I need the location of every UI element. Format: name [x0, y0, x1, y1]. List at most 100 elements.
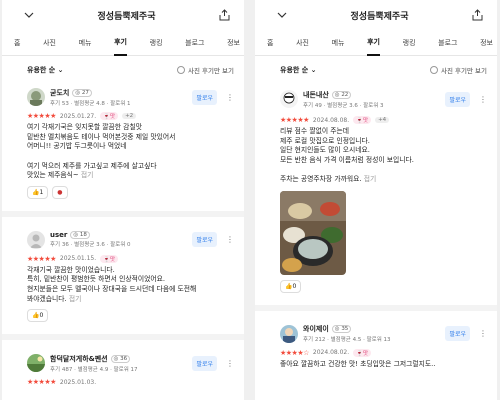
reviewer-stats: 후기 212 · 별점평균 4.5 · 팔로워 13 — [303, 337, 391, 344]
fold-link[interactable]: 접기 — [81, 171, 94, 179]
review-card: user ◎ 18 후기 36 · 별점평균 3.6 · 팔로워 0 팔로우 ⋮ … — [2, 227, 244, 323]
reviewer-name[interactable]: user — [50, 231, 67, 239]
review-date: 2025.01.27. — [59, 112, 97, 120]
filter-row: 유용한 순 ⌄ 사진 후기만 보기 — [255, 56, 497, 84]
reviewer-name[interactable]: 내돈내산 — [303, 90, 329, 100]
follow-button[interactable]: 팔로우 — [192, 355, 217, 371]
review-text: 각재기국 깔끔한 맛이었습니다. 특히, 밑반찬이 평범한듯 하면서 인상적이었… — [27, 265, 197, 303]
tab-menu[interactable]: 메뉴 — [79, 30, 92, 55]
review-photo[interactable] — [280, 190, 346, 275]
reviewer-name[interactable]: 함덕달저게하&펜션 — [50, 354, 108, 364]
top-bar: 정성듬뿍제주국 — [255, 0, 497, 30]
divider — [2, 210, 244, 217]
reviewer-stats: 후기 36 · 별점평균 3.6 · 팔로워 0 — [50, 242, 131, 249]
taste-tag: 🍷맛 — [353, 348, 372, 357]
review-date: 2025.01.15. — [59, 255, 97, 263]
photo-filter-toggle[interactable]: 사진 후기만 보기 — [430, 65, 487, 75]
review-card: 함덕달저게하&펜션 ◎ 36 후기 487 · 별점평균 4.9 · 팔로워 17… — [2, 350, 244, 386]
divider — [255, 304, 497, 311]
right-screen: 정성듬뿍제주국 홈 사진 메뉴 후기 랭킹 블로그 정보 유용한 순 ⌄ 사진 … — [255, 0, 497, 400]
tab-bar: 홈 사진 메뉴 후기 랭킹 블로그 정보 — [255, 30, 497, 56]
review-date: 2025.01.03. — [59, 378, 97, 386]
review-text: 좋아요 깔끔하고 건강한 맛! 초딩입맛은 그저그럴지도.. — [280, 359, 436, 368]
fold-link[interactable]: 접기 — [364, 175, 377, 183]
review-card: 와이제이 ◎ 35 후기 212 · 별점평균 4.5 · 팔로워 13 팔로우 … — [255, 321, 497, 370]
photo-filter-label: 사진 후기만 보기 — [188, 67, 234, 75]
review-text: 리뷰 점수 짤없이 주는데 제주 로컬 맛집으로 인정입니다. 일단 현지인들도… — [280, 127, 414, 184]
photo-filter-label: 사진 후기만 보기 — [441, 67, 487, 75]
tab-photos[interactable]: 사진 — [296, 30, 309, 55]
follow-button[interactable]: 팔로우 — [192, 89, 217, 105]
share-icon[interactable] — [219, 9, 230, 21]
like-button[interactable]: 👍0 — [27, 309, 49, 323]
review-date: 2024.08.02. — [312, 349, 350, 357]
avatar[interactable] — [27, 230, 45, 249]
tab-blog[interactable]: 블로그 — [438, 30, 457, 55]
left-screen: 정성듬뿍제주국 홈 사진 메뉴 후기 랭킹 블로그 정보 유용한 순 ⌄ 사진 … — [2, 0, 244, 400]
filter-row: 유용한 순 ⌄ 사진 후기만 보기 — [2, 56, 244, 84]
reviewer-stats: 후기 53 · 별점평균 4.8 · 팔로워 1 — [50, 100, 131, 107]
radio-icon — [177, 66, 185, 74]
sort-dropdown[interactable]: 유용한 순 ⌄ — [27, 65, 64, 75]
follow-button[interactable]: 팔로우 — [445, 326, 470, 342]
emoji-reaction-button[interactable]: ● — [52, 185, 68, 199]
more-tags-badge: +2 — [122, 113, 137, 119]
reviewer-name[interactable]: 굳도치 — [50, 88, 69, 98]
rating-stars: ★★★★★ — [280, 116, 309, 124]
page-title: 정성듬뿍제주국 — [97, 11, 156, 22]
review-card: 내돈내산 ◎ 22 후기 49 · 별점평균 3.6 · 팔로워 3 팔로우 ⋮ … — [255, 84, 497, 293]
avatar[interactable] — [280, 90, 298, 108]
page-title: 정성듬뿍제주국 — [350, 11, 409, 22]
reviewer-name[interactable]: 와이제이 — [303, 324, 329, 334]
chevron-down-icon[interactable] — [24, 10, 34, 20]
radio-icon — [430, 66, 438, 74]
share-icon[interactable] — [472, 9, 483, 21]
tab-home[interactable]: 홈 — [267, 30, 273, 55]
tab-menu[interactable]: 메뉴 — [332, 30, 345, 55]
taste-tag: 🍷맛 — [100, 112, 119, 120]
avatar[interactable] — [27, 354, 45, 373]
tab-photos[interactable]: 사진 — [43, 30, 56, 55]
review-card: 굳도치 ◎ 27 후기 53 · 별점평균 4.8 · 팔로워 1 팔로우 ⋮ ★… — [2, 84, 244, 199]
more-icon[interactable]: ⋮ — [479, 329, 487, 338]
review-date: 2024.08.08. — [312, 116, 350, 124]
tab-reviews[interactable]: 후기 — [114, 29, 127, 56]
tab-blog[interactable]: 블로그 — [185, 30, 204, 55]
chevron-down-icon[interactable] — [277, 10, 287, 20]
reviewer-stats: 후기 49 · 별점평균 3.6 · 팔로워 3 — [303, 102, 384, 109]
follow-button[interactable]: 팔로우 — [445, 91, 470, 107]
more-icon[interactable]: ⋮ — [226, 93, 234, 102]
like-button[interactable]: 👍0 — [280, 279, 302, 293]
photo-filter-toggle[interactable]: 사진 후기만 보기 — [177, 65, 234, 75]
tab-home[interactable]: 홈 — [14, 30, 20, 55]
avatar[interactable] — [27, 88, 45, 106]
tab-reviews[interactable]: 후기 — [367, 29, 380, 56]
divider — [2, 334, 244, 341]
rating-stars: ★★★★☆ — [280, 348, 309, 357]
tab-info[interactable]: 정보 — [227, 30, 240, 55]
taste-tag: 🍷맛 — [353, 116, 372, 124]
fold-link[interactable]: 접기 — [69, 295, 82, 303]
tab-info[interactable]: 정보 — [480, 30, 493, 55]
rating-stars: ★★★★★ — [27, 254, 56, 263]
tab-bar: 홈 사진 메뉴 후기 랭킹 블로그 정보 — [2, 30, 244, 56]
sort-dropdown[interactable]: 유용한 순 ⌄ — [280, 65, 317, 75]
level-badge: ◎ 36 — [110, 354, 131, 363]
more-icon[interactable]: ⋮ — [226, 359, 234, 368]
reviewer-stats: 후기 487 · 별점평균 4.9 · 팔로워 17 — [50, 366, 138, 373]
taste-tag: 🍷맛 — [100, 254, 119, 263]
more-icon[interactable]: ⋮ — [479, 95, 487, 104]
top-bar: 정성듬뿍제주국 — [2, 0, 244, 30]
level-badge: ◎ 22 — [331, 90, 352, 99]
more-tags-badge: +4 — [375, 117, 390, 123]
tab-ranking[interactable]: 랭킹 — [150, 30, 163, 55]
tab-ranking[interactable]: 랭킹 — [403, 30, 416, 55]
rating-stars: ★★★★★ — [27, 378, 56, 387]
more-icon[interactable]: ⋮ — [226, 235, 234, 244]
level-badge: ◎ 35 — [331, 325, 352, 334]
rating-stars: ★★★★★ — [27, 112, 56, 120]
review-text: 여기 각재기국은 잊지못할 깔끔한 감칠맛 밑반찬 멜치볶음도 테이나 먹어본것… — [27, 123, 176, 180]
follow-button[interactable]: 팔로우 — [192, 232, 217, 248]
avatar[interactable] — [280, 324, 298, 343]
like-button[interactable]: 👍1 — [27, 185, 49, 199]
